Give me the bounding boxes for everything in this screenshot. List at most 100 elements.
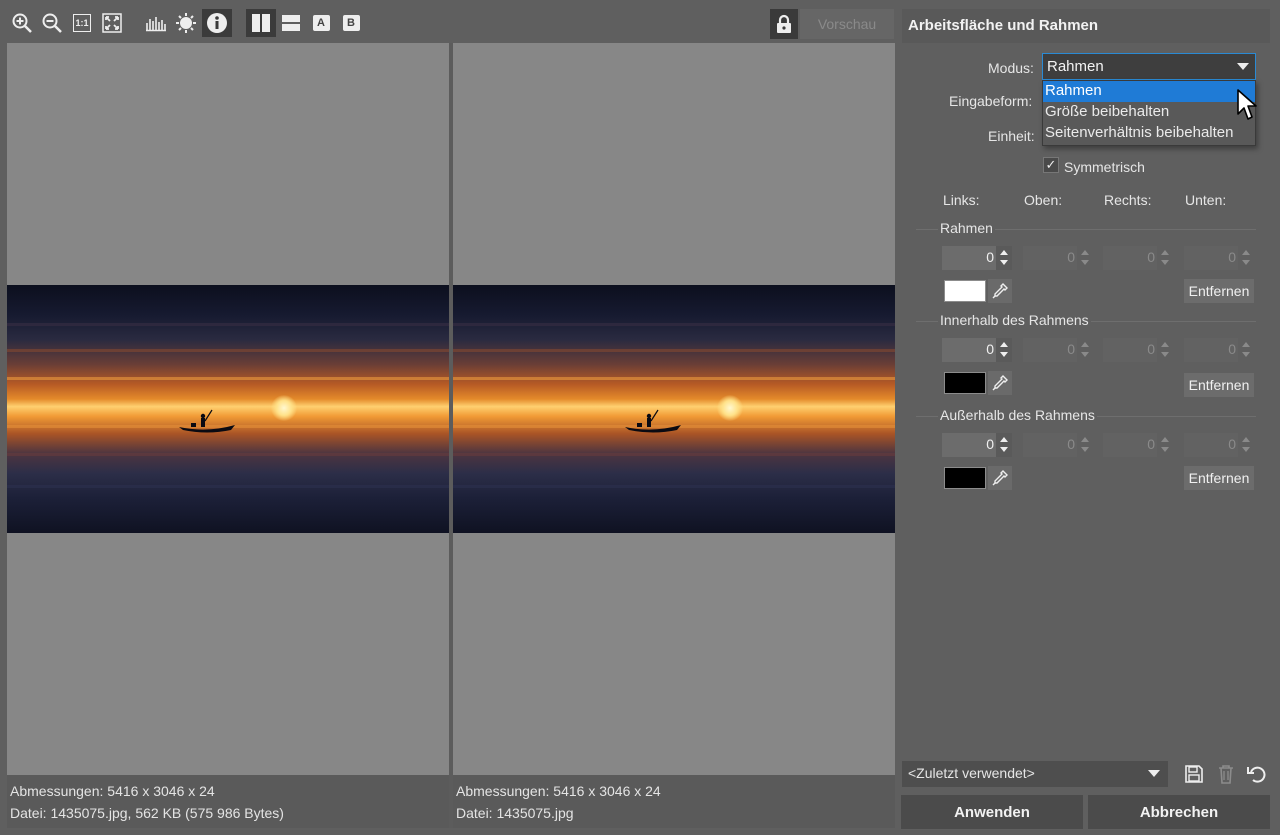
innerhalb-rechts-input: 0: [1103, 338, 1173, 362]
preview-image-info: Abmessungen: 5416 x 3046 x 24 Datei: 143…: [453, 775, 895, 828]
fit-window-icon: [102, 13, 122, 33]
preview-dimensions: Abmessungen: 5416 x 3046 x 24: [456, 783, 661, 799]
split-horizontal-button[interactable]: [278, 9, 304, 37]
modus-value: Rahmen: [1047, 58, 1104, 75]
symmetrisch-label: Symmetrisch: [1064, 159, 1145, 175]
zoom-out-icon: [42, 13, 62, 33]
actual-size-icon: 1:1: [73, 14, 91, 32]
exposure-warning-button[interactable]: [173, 9, 199, 37]
fit-to-window-button[interactable]: [99, 9, 125, 37]
ausserhalb-links-input[interactable]: 0: [942, 433, 1012, 457]
original-file-info: Datei: 1435075.jpg, 562 KB (575 986 Byte…: [10, 805, 284, 821]
ausserhalb-remove-button[interactable]: Entfernen: [1184, 466, 1254, 490]
ausserhalb-color-swatch[interactable]: [944, 467, 986, 489]
zoom-out-button[interactable]: [39, 9, 65, 37]
chevron-down-icon: [1148, 770, 1160, 777]
reset-button[interactable]: [1245, 762, 1269, 786]
rahmen-eyedropper-button[interactable]: [988, 279, 1012, 303]
recent-presets-select[interactable]: <Zuletzt verwendet>: [902, 761, 1168, 787]
innerhalb-links-input[interactable]: 0: [942, 338, 1012, 362]
split-horizontal-icon: [282, 15, 300, 31]
boat-silhouette: [179, 409, 235, 433]
actual-size-button[interactable]: 1:1: [69, 9, 95, 37]
section-ausserhalb-title: Außerhalb des Rahmens: [938, 407, 1097, 423]
eingabeform-label: Eingabeform:: [949, 93, 1033, 109]
split-vertical-button[interactable]: [246, 9, 276, 37]
mouse-cursor-icon: [1237, 89, 1257, 120]
modus-label: Modus:: [988, 60, 1034, 76]
split-vertical-icon: [252, 14, 270, 32]
dropdown-option-groesse-beibehalten[interactable]: Größe beibehalten: [1043, 102, 1255, 123]
canvas-frame-panel: Arbeitsfläche und Rahmen Modus: Rahmen E…: [898, 0, 1280, 835]
column-rechts-label: Rechts:: [1104, 192, 1152, 208]
info-icon: [207, 13, 227, 33]
sunset-photo-preview: [453, 285, 895, 533]
letter-a-icon: A: [312, 15, 330, 31]
section-innerhalb-title: Innerhalb des Rahmens: [938, 312, 1091, 328]
innerhalb-remove-button[interactable]: Entfernen: [1184, 373, 1254, 397]
eyedropper-icon: [992, 375, 1008, 391]
info-button[interactable]: [202, 9, 232, 37]
save-icon: [1185, 765, 1203, 783]
innerhalb-oben-input: 0: [1023, 338, 1093, 362]
dropdown-option-seitenverhaeltnis[interactable]: Seitenverhältnis beibehalten: [1043, 123, 1255, 144]
eyedropper-icon: [992, 283, 1008, 299]
original-image-pane[interactable]: [7, 43, 449, 775]
spin-arrows[interactable]: [996, 433, 1012, 457]
boat-silhouette: [625, 409, 681, 433]
cancel-button[interactable]: Abbrechen: [1088, 795, 1270, 829]
save-preset-button[interactable]: [1182, 762, 1206, 786]
sun-glow: [717, 395, 743, 421]
innerhalb-unten-input: 0: [1184, 338, 1254, 362]
innerhalb-eyedropper-button[interactable]: [988, 371, 1012, 395]
rahmen-oben-input: 0: [1023, 246, 1093, 270]
sun-icon: [176, 13, 196, 33]
ausserhalb-rechts-input: 0: [1103, 433, 1173, 457]
ausserhalb-eyedropper-button[interactable]: [988, 466, 1012, 490]
recent-presets-value: <Zuletzt verwendet>: [908, 765, 1035, 781]
apply-button[interactable]: Anwenden: [901, 795, 1083, 829]
lock-button[interactable]: [770, 9, 798, 39]
column-links-label: Links:: [943, 192, 980, 208]
eyedropper-icon: [992, 470, 1008, 486]
rahmen-remove-button[interactable]: Entfernen: [1184, 279, 1254, 303]
modus-select[interactable]: Rahmen: [1042, 53, 1256, 80]
view-a-button[interactable]: A: [308, 9, 334, 37]
modus-dropdown-list: Rahmen Größe beibehalten Seitenverhältni…: [1042, 80, 1256, 146]
sun-glow: [271, 395, 297, 421]
preview-image-pane[interactable]: [453, 43, 895, 775]
einheit-label: Einheit:: [988, 128, 1035, 144]
section-rahmen-title: Rahmen: [938, 220, 995, 236]
delete-preset-button[interactable]: [1214, 762, 1238, 786]
column-oben-label: Oben:: [1024, 192, 1063, 208]
zoom-in-icon: [12, 13, 32, 33]
spin-arrows[interactable]: [996, 246, 1012, 270]
chevron-down-icon: [1237, 63, 1249, 70]
ausserhalb-unten-input: 0: [1184, 433, 1254, 457]
preview-button[interactable]: Vorschau: [800, 9, 894, 39]
symmetrisch-checkbox[interactable]: ✓: [1043, 157, 1059, 173]
original-image-info: Abmessungen: 5416 x 3046 x 24 Datei: 143…: [7, 775, 449, 828]
rahmen-rechts-input: 0: [1103, 246, 1173, 270]
ausserhalb-oben-input: 0: [1023, 433, 1093, 457]
zoom-in-button[interactable]: [9, 9, 35, 37]
original-dimensions: Abmessungen: 5416 x 3046 x 24: [10, 783, 215, 799]
dropdown-option-rahmen[interactable]: Rahmen: [1043, 81, 1255, 102]
undo-icon: [1247, 766, 1266, 783]
image-toolbar: 1:1 A B Vorschau: [0, 0, 898, 44]
histogram-icon: [146, 17, 166, 32]
column-unten-label: Unten:: [1185, 192, 1227, 208]
sunset-photo-original: [7, 285, 449, 533]
rahmen-unten-input: 0: [1184, 246, 1254, 270]
view-b-button[interactable]: B: [338, 9, 364, 37]
letter-b-icon: B: [342, 15, 360, 31]
rahmen-links-input[interactable]: 0: [942, 246, 1012, 270]
spin-arrows[interactable]: [996, 338, 1012, 362]
panel-title: Arbeitsfläche und Rahmen: [902, 9, 1270, 43]
checkmark-icon: ✓: [1045, 157, 1057, 172]
innerhalb-color-swatch[interactable]: [944, 372, 986, 394]
trash-icon: [1219, 765, 1233, 784]
histogram-button[interactable]: [143, 9, 169, 37]
preview-file-info: Datei: 1435075.jpg: [456, 805, 574, 821]
rahmen-color-swatch[interactable]: [944, 280, 986, 302]
